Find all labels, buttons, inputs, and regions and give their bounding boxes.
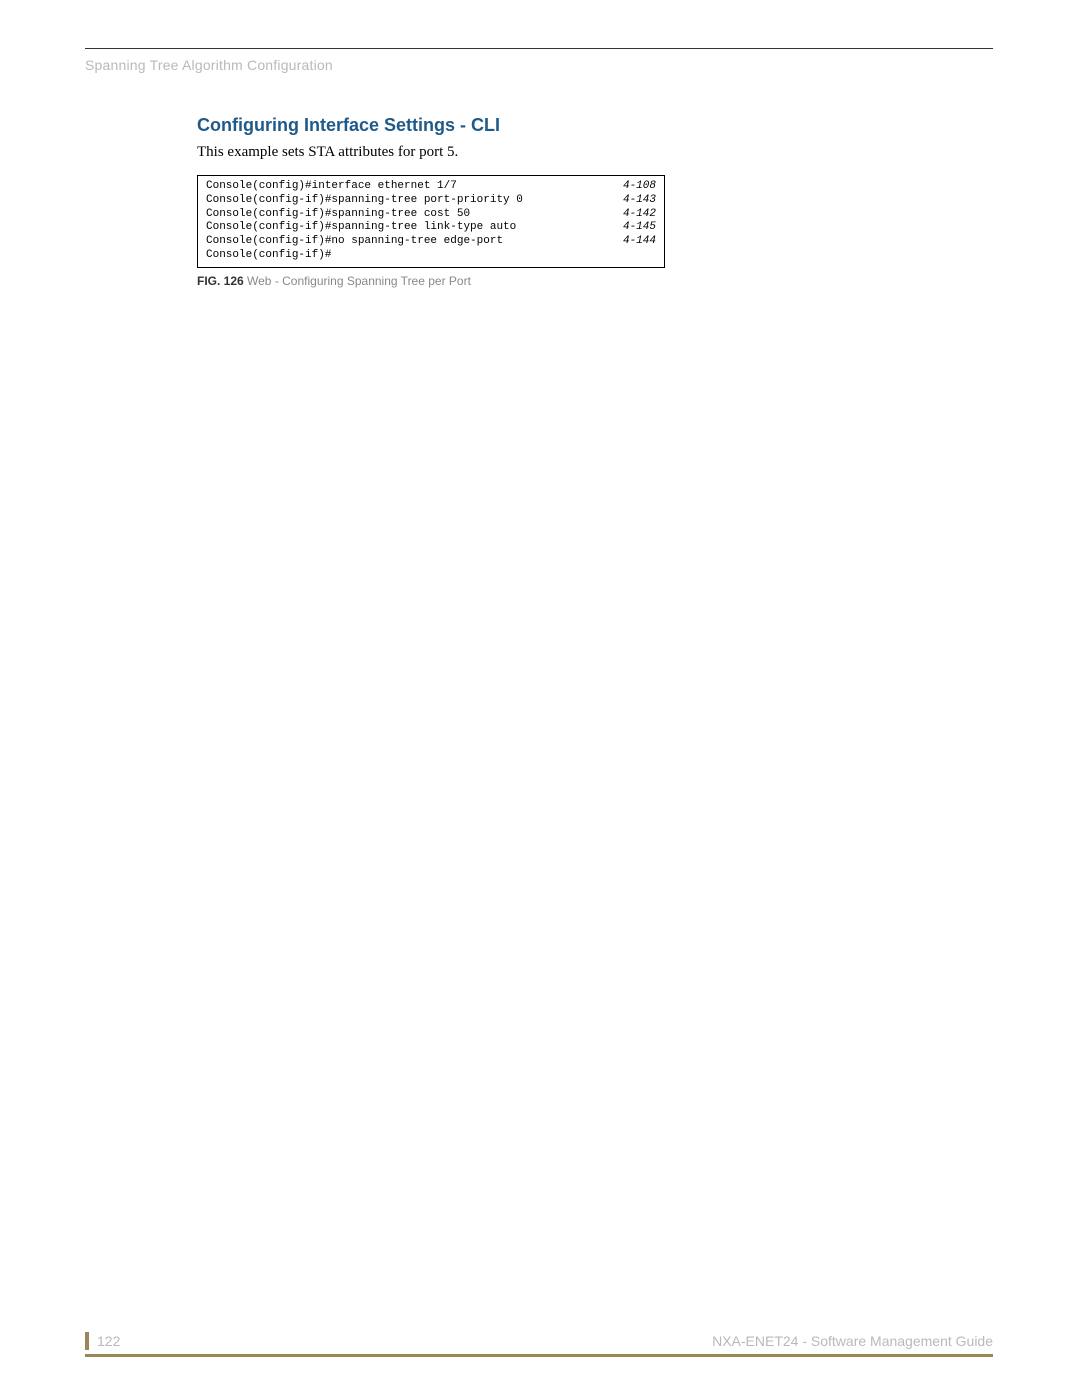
page-number-block: 122 (85, 1332, 120, 1350)
code-cmd: Console(config)#interface ethernet 1/7 (206, 180, 457, 194)
code-line: Console(config)#interface ethernet 1/7 4… (206, 180, 656, 194)
page-container: Spanning Tree Algorithm Configuration Co… (85, 48, 993, 1348)
code-line: Console(config-if)# (206, 249, 656, 263)
running-header: Spanning Tree Algorithm Configuration (85, 57, 993, 73)
cli-code-box: Console(config)#interface ethernet 1/7 4… (197, 175, 665, 268)
figure-caption: FIG. 126 Web - Configuring Spanning Tree… (197, 274, 993, 288)
footer-row: 122 NXA-ENET24 - Software Management Gui… (85, 1332, 993, 1350)
code-ref: 4-144 (623, 235, 656, 249)
code-cmd: Console(config-if)#spanning-tree link-ty… (206, 221, 516, 235)
code-line: Console(config-if)#no spanning-tree edge… (206, 235, 656, 249)
page-number-bar-icon (85, 1332, 89, 1350)
code-line: Console(config-if)#spanning-tree port-pr… (206, 194, 656, 208)
intro-text: This example sets STA attributes for por… (197, 144, 993, 161)
page-footer: 122 NXA-ENET24 - Software Management Gui… (85, 1332, 993, 1357)
code-cmd: Console(config-if)# (206, 249, 331, 263)
code-ref: 4-108 (623, 180, 656, 194)
footer-doc-title: NXA-ENET24 - Software Management Guide (712, 1333, 993, 1349)
code-ref: 4-143 (623, 194, 656, 208)
top-rule (85, 48, 993, 49)
figure-label: FIG. 126 (197, 274, 244, 288)
main-content: Configuring Interface Settings - CLI Thi… (197, 115, 993, 288)
page-number: 122 (97, 1333, 120, 1349)
section-heading: Configuring Interface Settings - CLI (197, 115, 993, 136)
code-ref: 4-145 (623, 221, 656, 235)
code-cmd: Console(config-if)#spanning-tree port-pr… (206, 194, 523, 208)
code-cmd: Console(config-if)#no spanning-tree edge… (206, 235, 503, 249)
code-ref: 4-142 (623, 208, 656, 222)
figure-text: Web - Configuring Spanning Tree per Port (244, 274, 471, 288)
code-line: Console(config-if)#spanning-tree link-ty… (206, 221, 656, 235)
code-line: Console(config-if)#spanning-tree cost 50… (206, 208, 656, 222)
bottom-rule (85, 1354, 993, 1357)
code-cmd: Console(config-if)#spanning-tree cost 50 (206, 208, 470, 222)
